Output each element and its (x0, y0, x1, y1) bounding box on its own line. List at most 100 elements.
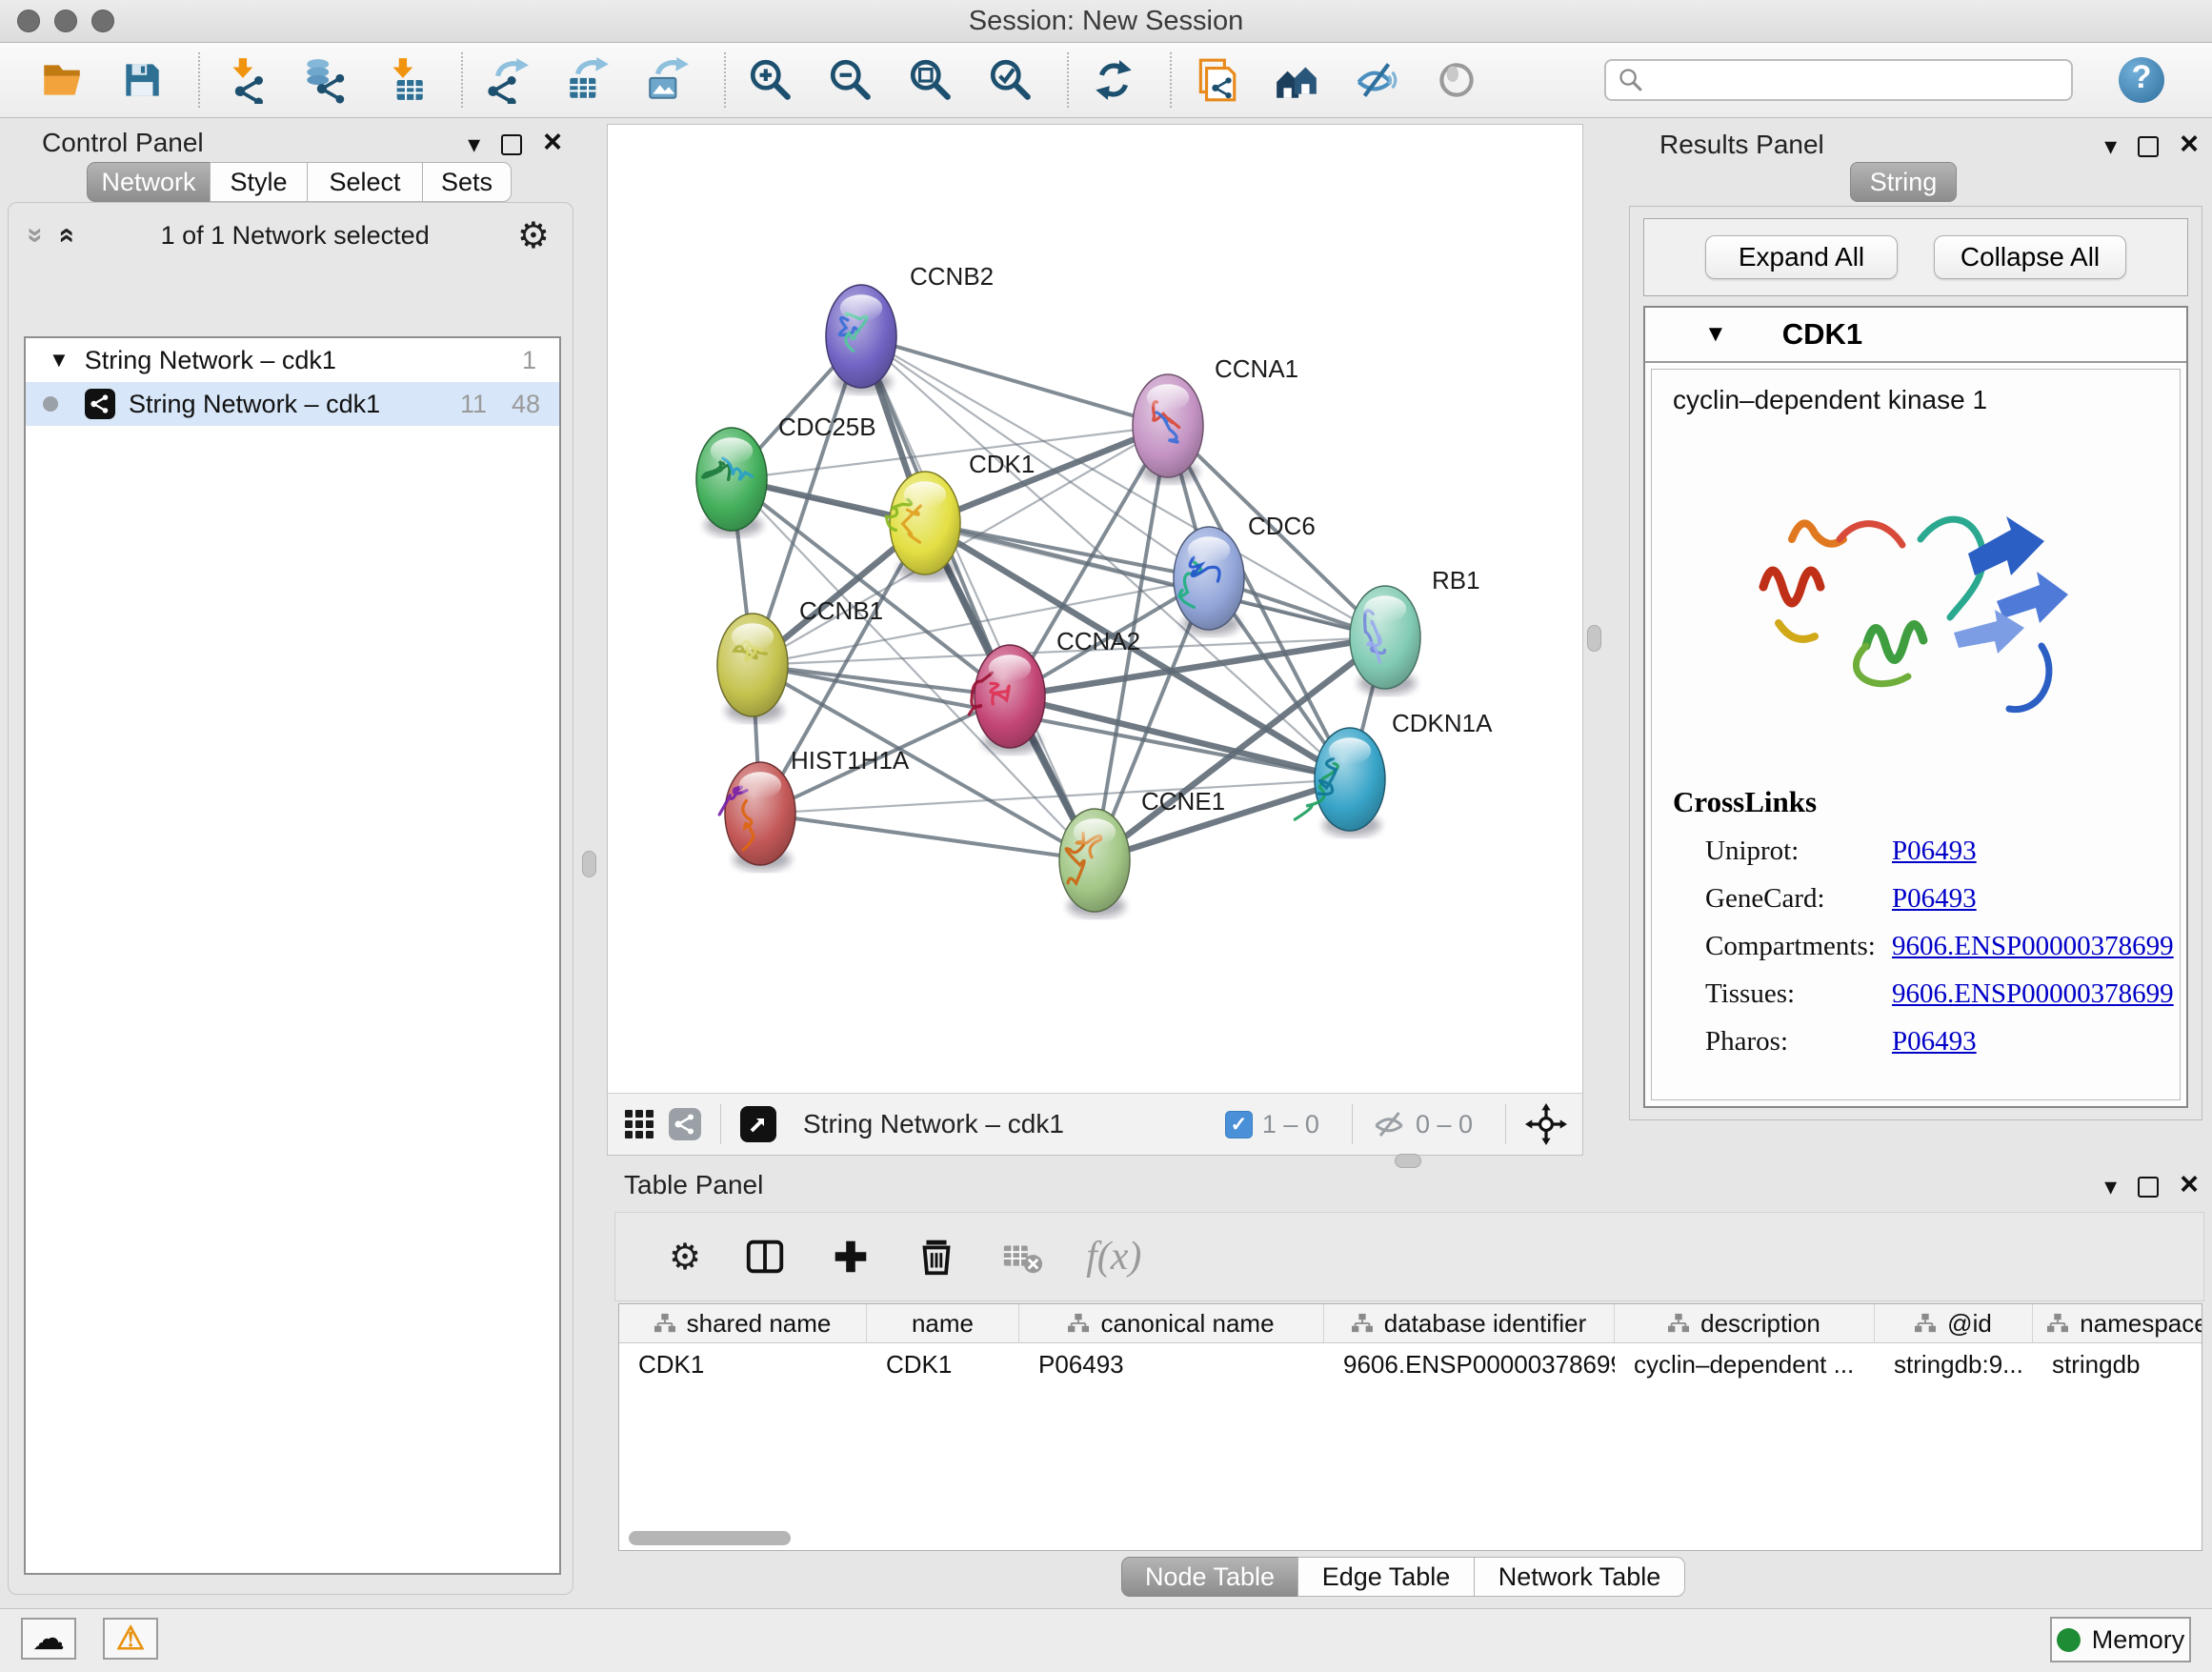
control-panel-title: Control Panel (42, 128, 204, 158)
tab-style[interactable]: Style (210, 162, 308, 202)
save-session-button[interactable] (118, 56, 166, 104)
collection-disclosure-icon[interactable]: ▼ (49, 348, 70, 373)
column-header-canonical-name[interactable]: canonical name (1019, 1304, 1324, 1342)
horizontal-scrollbar-thumb[interactable] (629, 1531, 791, 1545)
table-tabs: Node Table Edge Table Network Table (1122, 1557, 1685, 1597)
crosslink-tissues-link[interactable]: 9606.ENSP00000378699 (1892, 978, 2174, 1010)
crosslink-uniprot-link[interactable]: P06493 (1892, 836, 1977, 867)
network-options-gear-icon[interactable] (517, 214, 550, 257)
tab-select[interactable]: Select (307, 162, 423, 202)
crosslink-genecard-link[interactable]: P06493 (1892, 883, 1977, 915)
show-column-selector-icon[interactable] (743, 1235, 787, 1279)
network-view-share-icon[interactable] (669, 1108, 701, 1140)
delete-column-icon[interactable] (915, 1235, 958, 1279)
node-label-CCNA2: CCNA2 (1056, 627, 1140, 656)
panel-float-icon[interactable] (501, 134, 522, 155)
panel-float-icon[interactable] (2138, 136, 2159, 157)
node-section-header[interactable]: ▼ CDK1 (1645, 308, 2186, 363)
tab-edge-table[interactable]: Edge Table (1297, 1557, 1475, 1597)
panel-close-icon[interactable] (543, 132, 562, 157)
export-table-button[interactable] (564, 56, 612, 104)
zoom-out-button[interactable] (827, 56, 875, 104)
column-header-database-identifier[interactable]: database identifier (1324, 1304, 1615, 1342)
memory-label: Memory (2092, 1625, 2185, 1655)
column-header-description[interactable]: description (1615, 1304, 1875, 1342)
network-row-selected[interactable]: String Network – cdk1 11 48 (26, 382, 559, 426)
network-edge-count: 48 (512, 390, 540, 419)
table-cell[interactable]: cyclin–dependent ... (1615, 1350, 1875, 1380)
section-disclosure-icon[interactable]: ▼ (1704, 321, 1727, 348)
collapse-all-networks-icon[interactable]: » (49, 228, 81, 244)
import-table-button[interactable] (381, 56, 429, 104)
crosslink-row: Pharos:P06493 (1652, 1026, 2180, 1058)
panel-close-icon[interactable] (2180, 1175, 2199, 1199)
tab-network-table[interactable]: Network Table (1474, 1557, 1685, 1597)
table-cell[interactable]: P06493 (1019, 1350, 1324, 1380)
column-header-name[interactable]: name (867, 1304, 1019, 1342)
column-header-shared-name[interactable]: shared name (619, 1304, 867, 1342)
export-network-button[interactable] (484, 56, 532, 104)
add-column-icon[interactable] (829, 1235, 873, 1279)
panel-menu-icon[interactable] (2104, 1172, 2117, 1201)
left-splitter-grip[interactable] (582, 851, 596, 877)
edge-CCNB2-CCNA1[interactable] (861, 336, 1168, 426)
level-of-detail-button[interactable] (1433, 56, 1480, 104)
table-cell[interactable]: CDK1 (619, 1350, 867, 1380)
table-row[interactable]: CDK1CDK1P064939606.ENSP00000378699cyclin… (619, 1343, 2202, 1385)
column-header-namespace[interactable]: namespace (2033, 1304, 2202, 1342)
table-cell[interactable]: stringdb (2033, 1350, 2202, 1380)
hidden-elements-icon[interactable] (1372, 1107, 1406, 1141)
open-session-button[interactable] (38, 56, 86, 104)
bottom-splitter-grip[interactable] (1395, 1154, 1421, 1168)
node-gloss (904, 481, 946, 508)
panel-close-icon[interactable] (2180, 134, 2199, 159)
import-network-database-button[interactable] (301, 56, 349, 104)
help-button[interactable] (2119, 57, 2164, 103)
crosslink-pharos-link[interactable]: P06493 (1892, 1026, 1977, 1058)
tab-sets[interactable]: Sets (422, 162, 512, 202)
network-canvas[interactable]: CCNB2CCNA1CDC25BCDK1CDC6RB1CCNB1CCNA2CDK… (608, 125, 1582, 1094)
column-header-@id[interactable]: @id (1875, 1304, 2033, 1342)
shared-column-icon (1352, 1313, 1373, 1334)
network-collection-row[interactable]: ▼ String Network – cdk1 1 (26, 338, 559, 382)
selected-nodes-checkbox[interactable] (1225, 1111, 1253, 1138)
clone-network-button[interactable] (1193, 56, 1240, 104)
collapse-all-button[interactable]: Collapse All (1934, 235, 2126, 279)
crosslinks-rows: Uniprot:P06493GeneCard:P06493Compartment… (1652, 836, 2180, 1058)
crosslink-compartments-link[interactable]: 9606.ENSP00000378699 (1892, 931, 2174, 962)
expand-all-networks-icon[interactable]: » (19, 228, 51, 244)
panel-float-icon[interactable] (2138, 1177, 2159, 1198)
table-cell[interactable]: CDK1 (867, 1350, 1019, 1380)
panel-menu-icon[interactable] (468, 130, 480, 159)
memory-button[interactable]: Memory (2050, 1617, 2191, 1662)
zoom-fit-button[interactable] (907, 56, 955, 104)
zoom-selected-button[interactable] (987, 56, 1035, 104)
node-gloss (989, 655, 1031, 681)
control-panel-header: Control Panel (8, 122, 573, 162)
edge-HIST1H1A-CCNE1[interactable] (760, 814, 1095, 860)
tab-string[interactable]: String (1850, 162, 1957, 202)
search-input[interactable] (1604, 59, 2073, 101)
hide-graphics-details-button[interactable] (1353, 56, 1400, 104)
warnings-button[interactable] (103, 1618, 158, 1660)
refresh-button[interactable] (1090, 56, 1137, 104)
panel-menu-icon[interactable] (2104, 131, 2117, 161)
hidden-counts: 0 – 0 (1416, 1110, 1473, 1139)
expand-all-button[interactable]: Expand All (1705, 235, 1898, 279)
zoom-in-button[interactable] (747, 56, 794, 104)
tab-network[interactable]: Network (87, 162, 211, 202)
birds-eye-view-icon[interactable] (740, 1106, 776, 1142)
home-button[interactable] (1273, 56, 1320, 104)
toolbar-separator (461, 52, 463, 108)
table-options-gear-icon[interactable] (669, 1236, 701, 1279)
import-network-file-button[interactable] (221, 56, 269, 104)
table-cell[interactable]: stringdb:9... (1875, 1350, 2033, 1380)
right-splitter-grip[interactable] (1587, 625, 1601, 652)
pan-navigate-icon[interactable] (1525, 1103, 1567, 1145)
edge-CCNB2-CCNE1[interactable] (861, 336, 1095, 860)
grid-view-icon[interactable] (625, 1110, 654, 1138)
tab-node-table[interactable]: Node Table (1121, 1557, 1298, 1597)
table-cell[interactable]: 9606.ENSP00000378699 (1324, 1350, 1615, 1380)
cloud-status-button[interactable] (21, 1618, 76, 1660)
export-image-button[interactable] (644, 56, 692, 104)
